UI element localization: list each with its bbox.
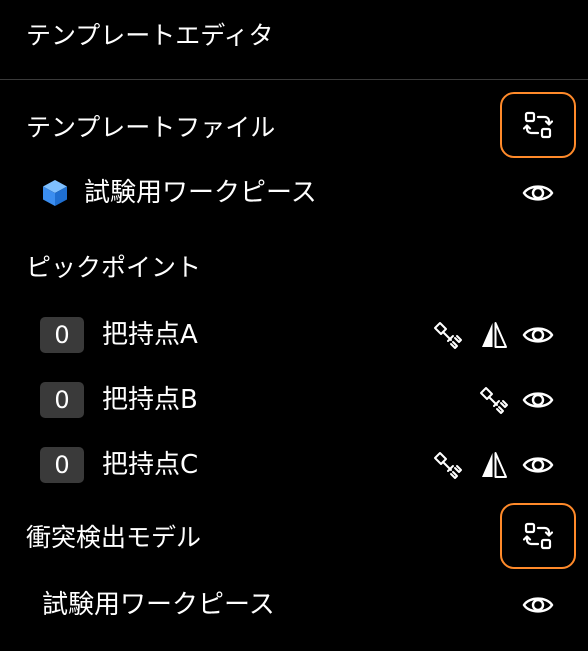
pick-point-label: 把持点B [102, 385, 198, 415]
pick-point-count-badge: 0 [40, 447, 84, 483]
gripper-icon[interactable] [478, 384, 510, 416]
pick-point-count-badge: 0 [40, 317, 84, 353]
collision-model-item[interactable]: 試験用ワークピース [0, 582, 588, 628]
eye-icon[interactable] [522, 589, 554, 621]
template-file-swap-button[interactable] [500, 92, 576, 158]
gripper-icon[interactable] [432, 319, 464, 351]
header-divider [0, 79, 588, 80]
cube-icon [42, 179, 68, 207]
mirror-icon[interactable] [478, 449, 510, 481]
pick-point-row-b[interactable]: 0 把持点B [0, 377, 588, 423]
pick-point-row-a[interactable]: 0 把持点A [0, 312, 588, 358]
collision-model-title: 衝突検出モデル [26, 523, 202, 552]
eye-icon[interactable] [522, 319, 554, 351]
template-file-item-label: 試験用ワークピース [84, 178, 317, 208]
pick-point-label: 把持点C [102, 450, 199, 480]
panel-title: テンプレートエディタ [26, 21, 274, 50]
template-file-item[interactable]: 試験用ワークピース [0, 170, 588, 216]
gripper-icon[interactable] [432, 449, 464, 481]
mirror-icon[interactable] [478, 319, 510, 351]
collision-model-swap-button[interactable] [500, 503, 576, 569]
eye-icon[interactable] [522, 449, 554, 481]
swap-icon [523, 110, 553, 140]
pick-point-count-badge: 0 [40, 382, 84, 418]
pick-points-title: ピックポイント [26, 253, 202, 282]
eye-icon[interactable] [522, 177, 554, 209]
pick-point-row-c[interactable]: 0 把持点C [0, 442, 588, 488]
swap-icon [523, 521, 553, 551]
pick-point-label: 把持点A [102, 320, 198, 350]
template-file-title: テンプレートファイル [26, 113, 276, 142]
eye-icon[interactable] [522, 384, 554, 416]
collision-model-item-label: 試験用ワークピース [42, 590, 275, 620]
